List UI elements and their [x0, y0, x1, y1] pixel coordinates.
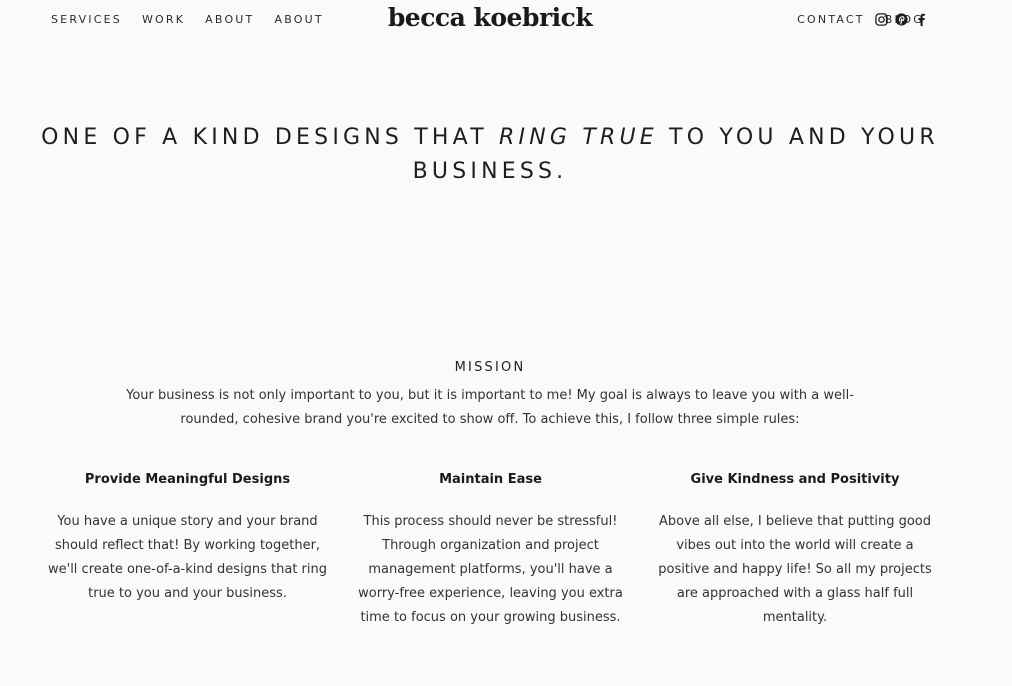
rule-text: You have a unique story and your brand s…: [47, 514, 328, 601]
rule-title: Provide Meaningful Designs: [84, 472, 291, 487]
pinterest-icon[interactable]: [894, 12, 909, 27]
hero-headline-emphasis: RING TRUE: [499, 125, 658, 150]
rule-text: Above all else, I believe that putting g…: [658, 514, 932, 625]
facebook-icon[interactable]: [914, 12, 929, 27]
rule-text: This process should never be stressful! …: [358, 514, 623, 625]
nav-contact-link[interactable]: CONTACT: [797, 13, 865, 26]
rule-column-kindness-positivity: Give Kindness and Positivity Above all e…: [650, 470, 940, 630]
mission-title: MISSION: [454, 360, 526, 375]
mission-text: Your business is not only important to y…: [126, 388, 854, 427]
hero-headline-start: ONE OF A KIND DESIGNS THAT: [41, 125, 500, 150]
rule-title: Give Kindness and Positivity: [690, 472, 900, 487]
instagram-icon[interactable]: [874, 12, 889, 27]
hero-headline: ONE OF A KIND DESIGNS THAT RING TRUE TO …: [40, 121, 940, 189]
rule-title: Maintain Ease: [439, 472, 542, 487]
rule-column-maintain-ease: Maintain Ease This process should never …: [347, 470, 634, 630]
social-links: [874, 12, 929, 27]
rule-column-meaningful-designs: Provide Meaningful Designs You have a un…: [40, 470, 335, 606]
page: SERVICES WORK ABOUT ABOUT becca koebrick…: [0, 0, 1012, 686]
